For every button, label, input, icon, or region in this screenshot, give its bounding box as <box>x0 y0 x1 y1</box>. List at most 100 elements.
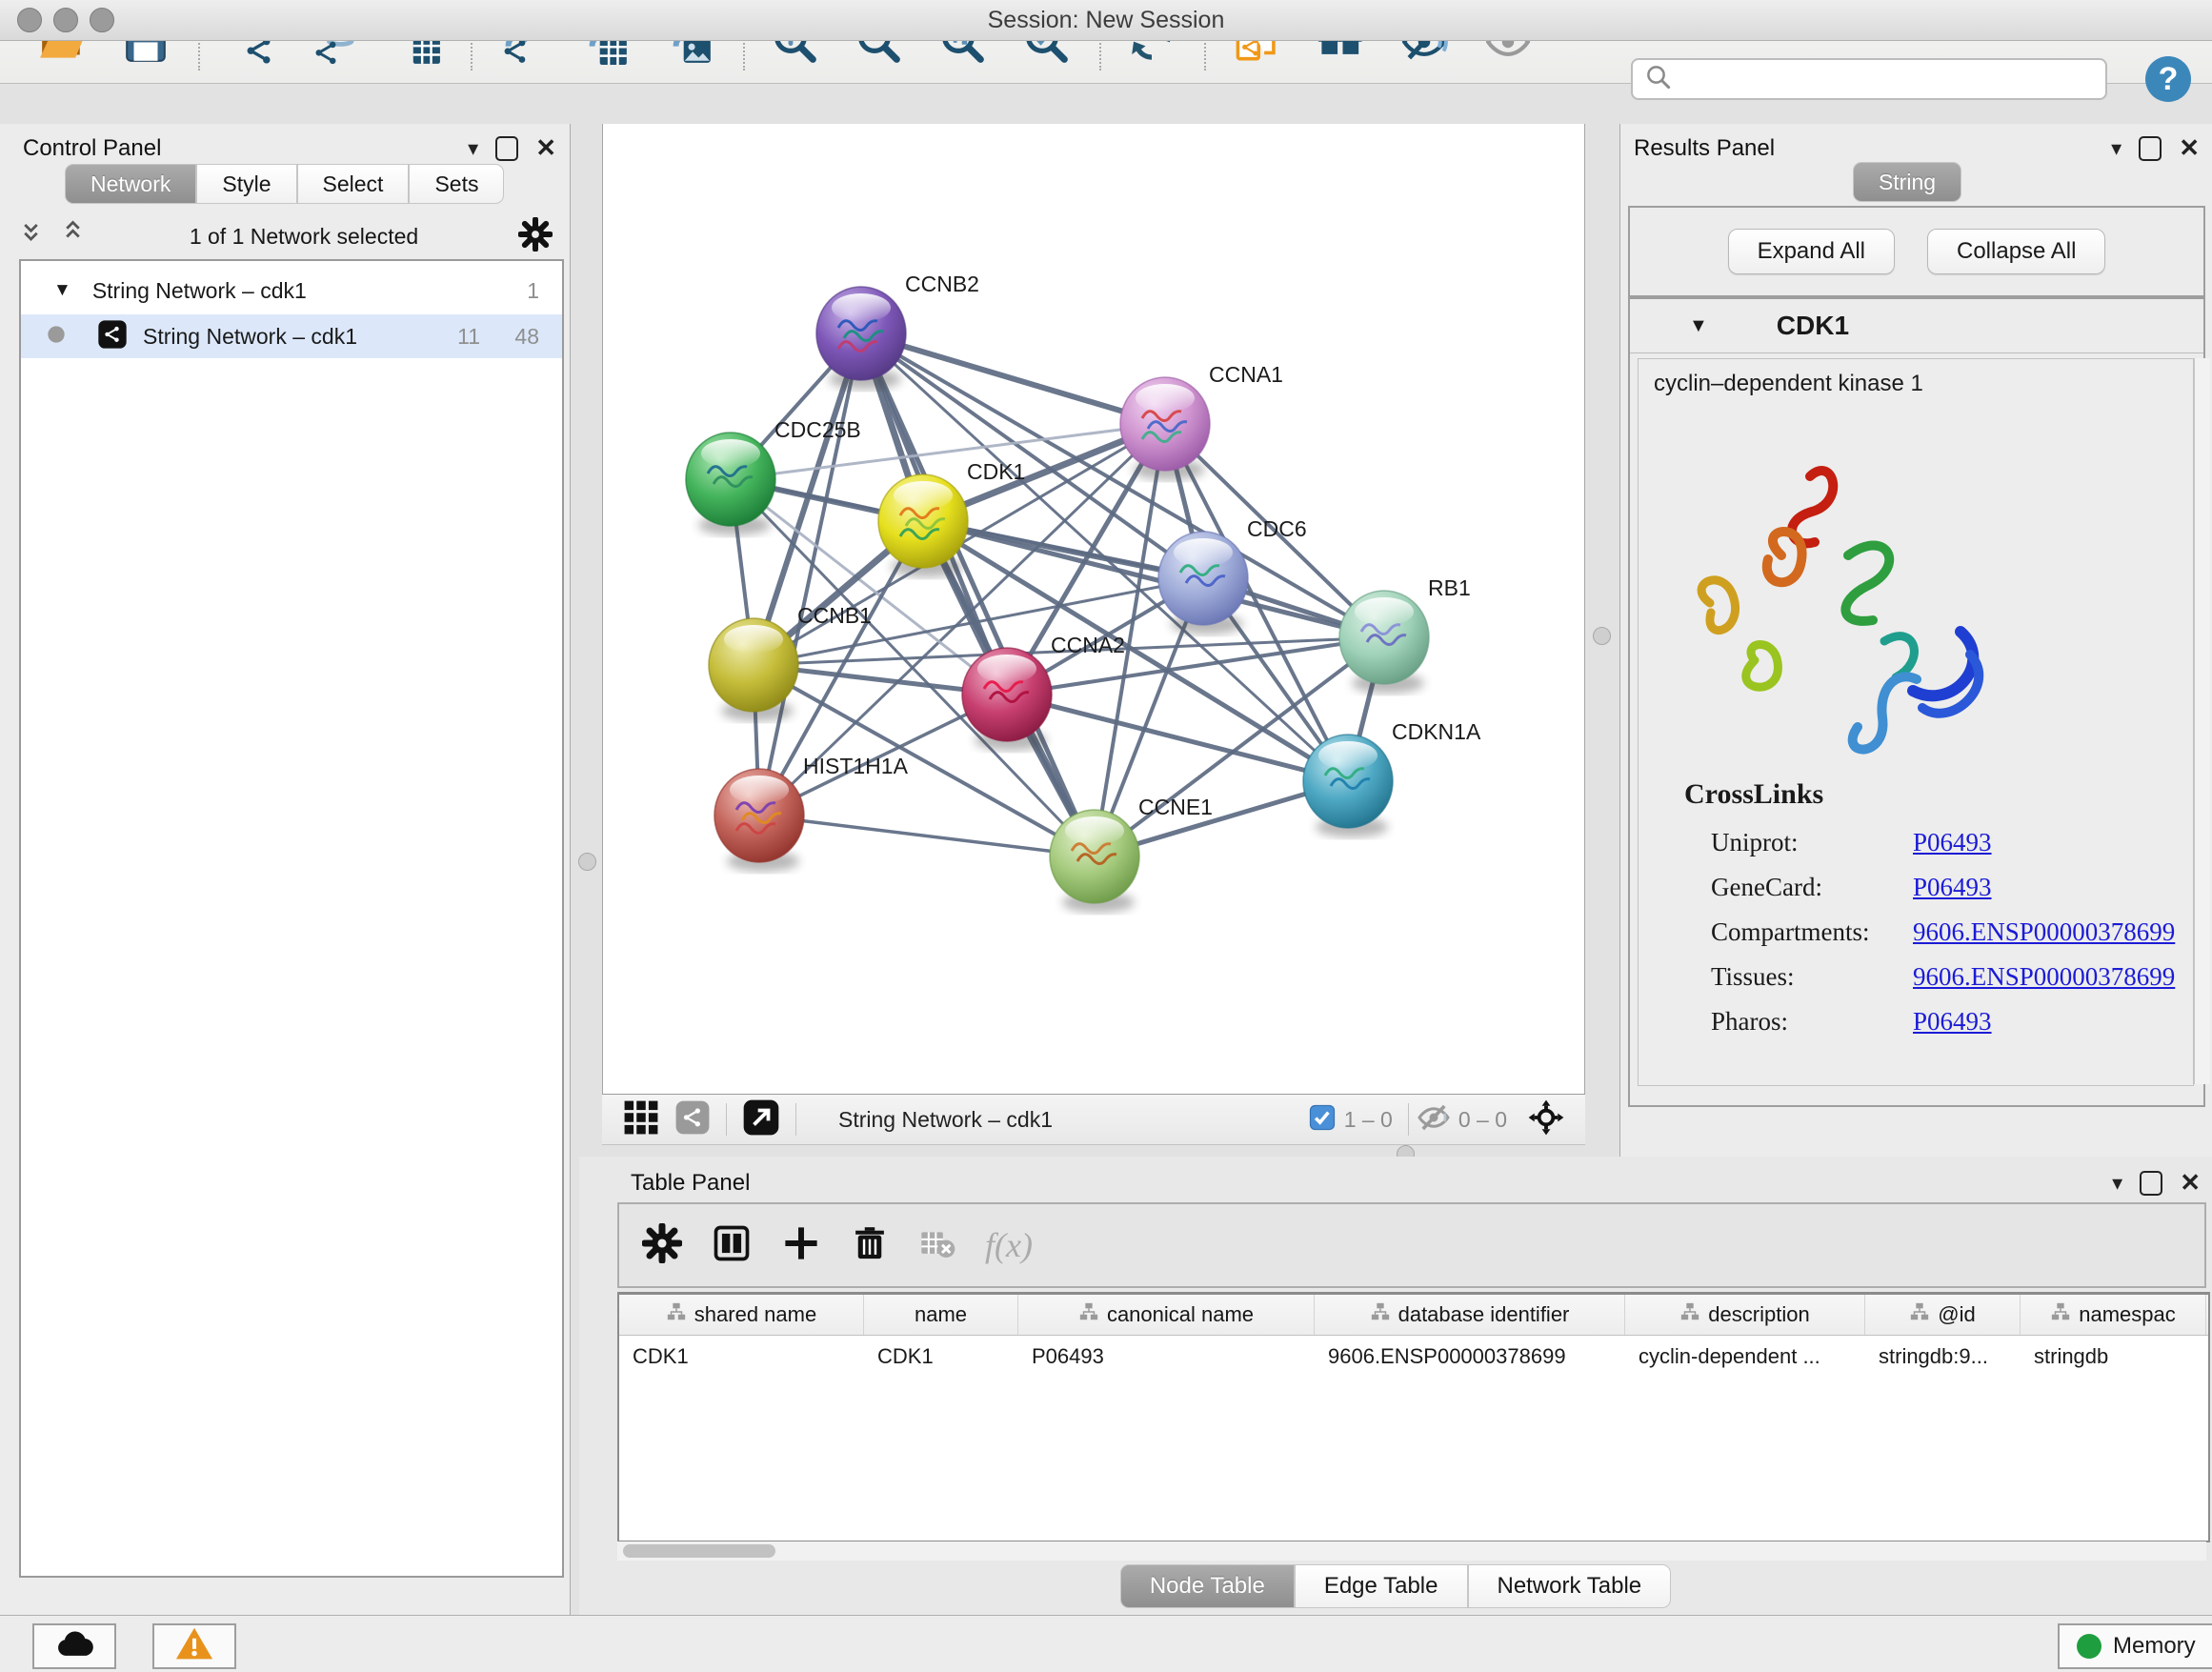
table-cell[interactable]: CDK1 <box>619 1336 864 1378</box>
gene-expand-icon[interactable]: ▼ <box>1689 315 1708 337</box>
column-header-canonical-name[interactable]: canonical name <box>1018 1295 1315 1335</box>
search-input[interactable] <box>1680 66 2084 92</box>
control-panel-close-icon[interactable]: ✕ <box>535 133 556 163</box>
node-label-CCNA2: CCNA2 <box>1051 633 1125 657</box>
node-CDC6[interactable]: CDC6 <box>1158 516 1307 635</box>
cloud-status-button[interactable] <box>32 1623 116 1669</box>
control-panel-float-icon[interactable] <box>495 136 518 161</box>
tab-network[interactable]: Network <box>65 164 196 204</box>
collection-count: 1 <box>527 278 539 304</box>
control-panel-tabs: NetworkStyleSelectSets <box>65 164 504 204</box>
column-type-icon <box>1370 1301 1391 1328</box>
node-CDC25B[interactable]: CDC25B <box>686 417 861 535</box>
node-HIST1H1A[interactable]: HIST1H1A <box>714 754 909 872</box>
help-button[interactable]: ? <box>2145 56 2191 102</box>
column-header-description[interactable]: description <box>1625 1295 1865 1335</box>
table-toolbar: f(x) <box>617 1202 2206 1288</box>
tab-sets[interactable]: Sets <box>409 164 504 204</box>
show-columns-icon[interactable] <box>711 1222 753 1269</box>
node-label-CCNE1: CCNE1 <box>1138 795 1213 819</box>
crosslink-value-link[interactable]: P06493 <box>1913 1007 1992 1037</box>
tab-string[interactable]: String <box>1853 162 1961 202</box>
table-cell[interactable]: cyclin-dependent ... <box>1625 1336 1865 1378</box>
node-CCNA1[interactable]: CCNA1 <box>1120 362 1283 480</box>
network-row-selected[interactable]: String Network – cdk1 11 48 <box>21 314 562 358</box>
expand-all-networks-icon[interactable] <box>61 220 90 253</box>
column-type-icon <box>1909 1301 1930 1328</box>
results-panel-close-icon[interactable]: ✕ <box>2179 133 2200 163</box>
collapse-all-networks-icon[interactable] <box>19 220 48 253</box>
table-panel-title: Table Panel <box>631 1170 750 1197</box>
collection-expand-icon[interactable]: ▼ <box>53 280 71 301</box>
table-panel-menu-icon[interactable]: ▾ <box>2112 1171 2122 1196</box>
left-splitter-handle[interactable] <box>578 853 596 871</box>
tab-node-table[interactable]: Node Table <box>1120 1564 1295 1608</box>
node-CCNB2[interactable]: CCNB2 <box>816 272 979 390</box>
collapse-all-button[interactable]: Collapse All <box>1927 229 2105 274</box>
crosslink-value-link[interactable]: P06493 <box>1913 873 1992 902</box>
table-cell[interactable]: stringdb:9... <box>1865 1336 2021 1378</box>
network-view-canvas[interactable]: CCNB2 CCNA1 CDC25B CDK1 CDC6 <box>602 124 1585 1094</box>
table-panel-close-icon[interactable]: ✕ <box>2180 1168 2201 1198</box>
tab-style[interactable]: Style <box>196 164 296 204</box>
add-column-icon[interactable] <box>781 1223 821 1268</box>
table-cell[interactable]: 9606.ENSP00000378699 <box>1315 1336 1625 1378</box>
node-CDKN1A[interactable]: CDKN1A <box>1303 719 1481 837</box>
table-horizontal-scrollbar[interactable] <box>617 1541 2206 1561</box>
table-row[interactable]: CDK1CDK1P064939606.ENSP00000378699cyclin… <box>619 1336 2208 1378</box>
network-collection-row[interactable]: ▼ String Network – cdk1 1 <box>21 269 562 312</box>
table-panel-float-icon[interactable] <box>2140 1171 2162 1196</box>
network-row-label: String Network – cdk1 <box>143 324 357 350</box>
column-header-name[interactable]: name <box>864 1295 1018 1335</box>
tab-select[interactable]: Select <box>297 164 410 204</box>
table-cell[interactable]: stringdb <box>2021 1336 2206 1378</box>
right-splitter-handle[interactable] <box>1593 627 1611 645</box>
pan-crosshair-icon[interactable] <box>1526 1098 1566 1142</box>
crosslink-value-link[interactable]: 9606.ENSP00000378699 <box>1913 962 2175 992</box>
memory-button[interactable]: Memory <box>2058 1623 2212 1669</box>
warnings-button[interactable] <box>152 1623 236 1669</box>
gene-description: cyclin–dependent kinase 1 <box>1654 371 1923 397</box>
tab-network-table[interactable]: Network Table <box>1468 1564 1672 1608</box>
node-label-CDK1: CDK1 <box>967 459 1025 484</box>
network-list: ▼ String Network – cdk1 1 String Network… <box>19 259 564 1578</box>
results-panel-float-icon[interactable] <box>2139 136 2162 161</box>
expand-all-button[interactable]: Expand All <box>1728 229 1895 274</box>
column-header-shared-name[interactable]: shared name <box>619 1295 864 1335</box>
grid-view-icon[interactable] <box>623 1099 659 1140</box>
tab-edge-table[interactable]: Edge Table <box>1295 1564 1468 1608</box>
crosslink-value-link[interactable]: 9606.ENSP00000378699 <box>1913 917 2175 947</box>
hidden-eye-slash-icon[interactable] <box>1417 1100 1451 1139</box>
selected-checkbox[interactable] <box>1308 1103 1337 1137</box>
node-RB1[interactable]: RB1 <box>1339 575 1471 694</box>
column-header--id[interactable]: @id <box>1865 1295 2021 1335</box>
column-header-database-identifier[interactable]: database identifier <box>1315 1295 1625 1335</box>
edge-CCNB2-HIST1H1A[interactable] <box>759 333 861 816</box>
column-header-namespac[interactable]: namespac <box>2021 1295 2206 1335</box>
table-tabs: Node TableEdge TableNetwork Table <box>579 1564 2212 1608</box>
table-settings-gear-icon[interactable] <box>642 1223 682 1268</box>
network-state-dot-icon <box>44 322 69 352</box>
network-options-gear-icon[interactable] <box>518 217 553 256</box>
results-scrollbar[interactable] <box>2194 358 2210 1084</box>
table-cell[interactable]: CDK1 <box>864 1336 1018 1378</box>
crosslink-value-link[interactable]: P06493 <box>1913 828 1992 857</box>
search-box[interactable] <box>1631 58 2107 100</box>
table-scrollbar-thumb[interactable] <box>623 1544 775 1558</box>
delete-column-icon[interactable] <box>850 1223 890 1268</box>
table-panel: Table Panel ▾ ✕ f(x) shared namenamecano… <box>579 1157 2212 1615</box>
results-gene-section: ▼ CDK1 cyclin–dependent kinase 1 CrossLi… <box>1628 297 2205 1107</box>
status-bar: Memory <box>0 1615 2212 1672</box>
network-thumbnail-icon[interactable] <box>674 1099 711 1140</box>
control-panel-menu-icon[interactable]: ▾ <box>468 136 478 161</box>
table-cell[interactable]: P06493 <box>1018 1336 1315 1378</box>
memory-status-dot-icon <box>2077 1634 2101 1659</box>
gene-section-header[interactable]: ▼ CDK1 <box>1630 299 2203 353</box>
edge-CCNB2-CCNA1[interactable] <box>861 333 1165 424</box>
gene-details: cyclin–dependent kinase 1 CrossLinks Uni… <box>1638 358 2194 1086</box>
results-panel-menu-icon[interactable]: ▾ <box>2111 136 2122 161</box>
edge-HIST1H1A-CCNE1[interactable] <box>759 816 1095 856</box>
node-label-CDKN1A: CDKN1A <box>1392 719 1481 744</box>
open-in-window-icon[interactable] <box>742 1098 780 1141</box>
node-table[interactable]: shared namenamecanonical namedatabase id… <box>617 1292 2210 1542</box>
